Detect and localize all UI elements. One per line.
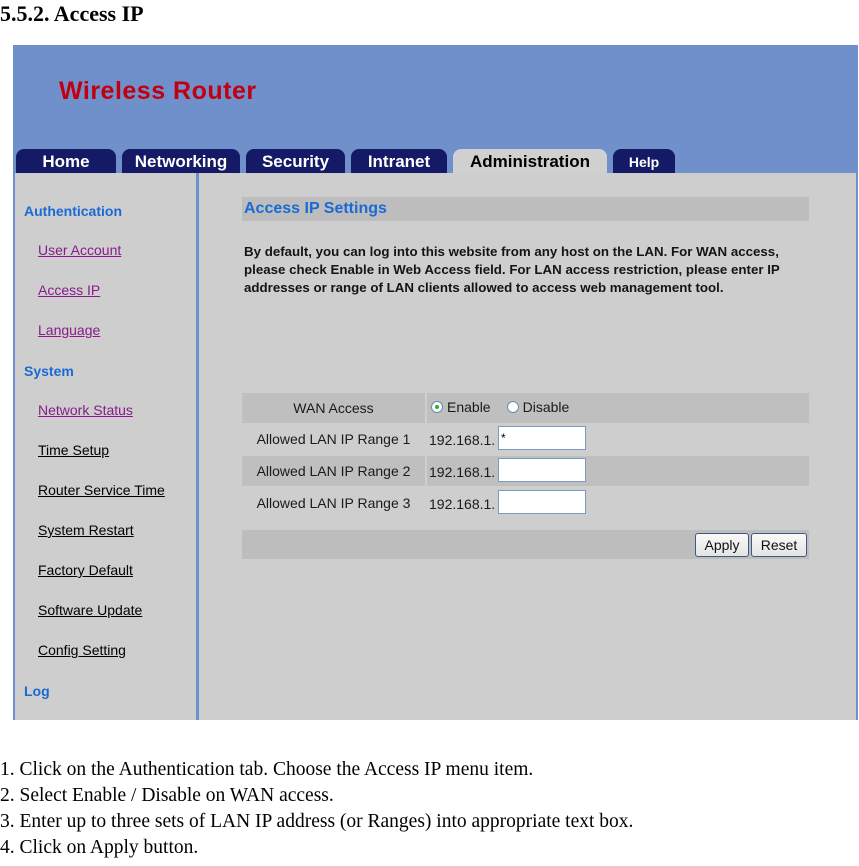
router-ui-screenshot: Wireless Router Home Networking Security…: [13, 45, 858, 720]
sidebar-category-authentication[interactable]: Authentication: [24, 203, 122, 219]
sidebar-item-time-setup[interactable]: Time Setup: [38, 442, 109, 458]
main-content: Access IP Settings By default, you can l…: [199, 173, 856, 720]
wan-disable-label[interactable]: Disable: [523, 399, 570, 415]
lan-range-3-input[interactable]: [498, 490, 586, 514]
wan-disable-radio[interactable]: [506, 401, 519, 413]
apply-button[interactable]: Apply: [695, 533, 749, 557]
wan-access-row: WAN Access Enable Disable: [242, 393, 809, 423]
step-item: 3. Enter up to three sets of LAN IP addr…: [0, 811, 634, 832]
tab-home[interactable]: Home: [16, 149, 116, 173]
tab-security[interactable]: Security: [246, 149, 345, 173]
sidebar-item-system-restart[interactable]: System Restart: [38, 522, 134, 538]
sidebar-item-user-account[interactable]: User Account: [38, 242, 121, 258]
sidebar-item-software-update[interactable]: Software Update: [38, 602, 142, 618]
tab-networking[interactable]: Networking: [122, 149, 240, 173]
reset-button[interactable]: Reset: [751, 533, 807, 557]
wan-enable-radio[interactable]: [431, 401, 443, 413]
lan-range-row: Allowed LAN IP Range 1 192.168.1.: [242, 424, 809, 454]
page-title: Access IP Settings: [242, 197, 809, 221]
ip-prefix: 192.168.1.: [429, 496, 496, 512]
sidebar-item-factory-default[interactable]: Factory Default: [38, 562, 133, 578]
button-bar: Apply Reset: [242, 530, 809, 559]
sidebar-item-network-status[interactable]: Network Status: [38, 402, 133, 418]
wan-access-radio-group: Enable Disable: [431, 399, 581, 415]
wan-access-label: WAN Access: [242, 393, 425, 423]
step-item: 1. Click on the Authentication tab. Choo…: [0, 759, 534, 780]
sidebar: Authentication User Account Access IP La…: [15, 173, 196, 720]
sidebar-item-router-service-time[interactable]: Router Service Time: [38, 482, 165, 498]
lan-range-1-input[interactable]: [498, 426, 586, 450]
tab-intranet[interactable]: Intranet: [351, 149, 447, 173]
lan-range-2-label: Allowed LAN IP Range 2: [242, 456, 425, 486]
instruction-steps: 1. Click on the Authentication tab. Choo…: [0, 757, 633, 861]
tab-help[interactable]: Help: [613, 149, 675, 173]
sidebar-item-config-setting[interactable]: Config Setting: [38, 642, 126, 658]
sidebar-category-log[interactable]: Log: [24, 683, 50, 699]
sidebar-category-system[interactable]: System: [24, 363, 74, 379]
ip-prefix: 192.168.1.: [429, 464, 496, 480]
lan-range-1-label: Allowed LAN IP Range 1: [256, 431, 411, 447]
lan-range-row: Allowed LAN IP Range 3 192.168.1.: [242, 488, 809, 518]
step-item: 4. Click on Apply button.: [0, 837, 199, 858]
intro-text: By default, you can log into this websit…: [244, 244, 780, 295]
main-tabs: Home Networking Security Intranet Admini…: [16, 149, 675, 173]
lan-range-2-input[interactable]: [498, 458, 586, 482]
body-panel: Authentication User Account Access IP La…: [13, 173, 858, 720]
sidebar-item-language[interactable]: Language: [38, 322, 100, 338]
lan-range-3-label: Allowed LAN IP Range 3: [256, 495, 411, 511]
tab-administration[interactable]: Administration: [453, 149, 607, 173]
step-item: 2. Select Enable / Disable on WAN access…: [0, 785, 334, 806]
lan-range-row: Allowed LAN IP Range 2 192.168.1.: [242, 456, 809, 486]
section-heading: 5.5.2. Access IP: [0, 1, 144, 26]
brand-logo: Wireless Router: [59, 77, 257, 105]
ip-prefix: 192.168.1.: [429, 432, 496, 448]
wan-enable-label[interactable]: Enable: [447, 399, 491, 415]
sidebar-item-access-ip[interactable]: Access IP: [38, 282, 100, 298]
